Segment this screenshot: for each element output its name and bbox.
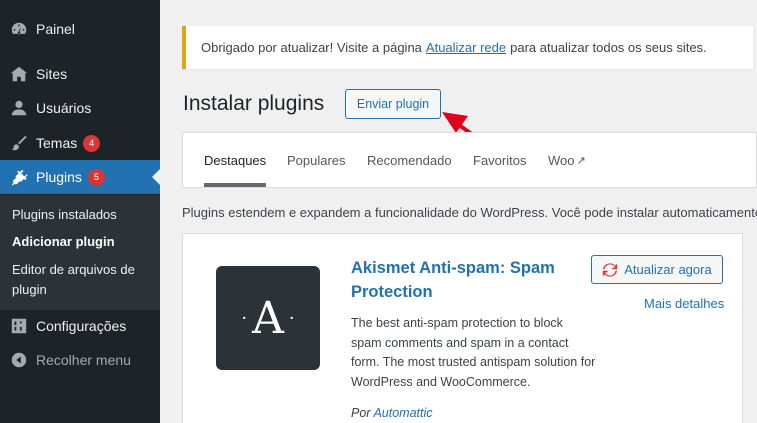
refresh-icon: [603, 262, 618, 277]
update-now-button[interactable]: Atualizar agora: [591, 255, 723, 284]
notice-text-after: para atualizar todos os seus sites.: [510, 40, 707, 55]
collapse-menu-button[interactable]: Recolher menu: [0, 343, 160, 377]
tab-label: Destaques: [204, 152, 267, 168]
plugin-name-link[interactable]: Akismet Anti-spam: Spam Protection: [351, 256, 581, 304]
brush-icon: [9, 133, 29, 153]
logo-letter: A: [252, 292, 284, 344]
update-network-link[interactable]: Atualizar rede: [426, 40, 506, 55]
tab-label: Populares: [287, 152, 346, 168]
sidebar-item-label: Configurações: [36, 318, 127, 334]
notice-text-before: Obrigado por atualizar! Visite a página: [201, 40, 422, 55]
update-count-badge: 5: [87, 168, 105, 186]
tab-label: Woo: [548, 152, 575, 168]
plugins-description: Plugins estendem e expandem a funcionali…: [182, 205, 757, 220]
plugin-icon: [9, 167, 29, 187]
sidebar-item-configuracoes[interactable]: Configurações: [0, 309, 160, 343]
update-now-label: Atualizar agora: [624, 262, 712, 277]
akismet-logo-icon[interactable]: · A ·: [216, 266, 320, 370]
sidebar-item-label: Temas: [36, 135, 78, 151]
sidebar-item-temas[interactable]: Temas 4: [0, 126, 160, 160]
sidebar-item-label: Plugins: [36, 169, 82, 185]
sidebar-item-usuarios[interactable]: Usuários: [0, 91, 160, 125]
tab-destaques[interactable]: Destaques: [204, 133, 267, 187]
tab-label: Recomendado: [367, 152, 452, 168]
more-details-link[interactable]: Mais detalhes: [644, 296, 724, 311]
settings-icon: [9, 316, 29, 336]
dashboard-icon: [9, 19, 29, 39]
tab-populares[interactable]: Populares: [287, 133, 346, 187]
upload-plugin-button[interactable]: Enviar plugin: [345, 89, 441, 119]
user-icon: [9, 98, 29, 118]
plugin-description: The best anti-spam protection to block s…: [351, 316, 596, 389]
plugins-submenu: Plugins instalados Adicionar plugin Edit…: [0, 195, 160, 310]
plugin-author: Por Automattic: [351, 406, 433, 420]
page-title: Instalar plugins: [183, 92, 325, 115]
plugin-card: · A · Akismet Anti-spam: Spam Protection A…: [182, 233, 743, 423]
sidebar-item-label: Sites: [36, 66, 68, 82]
tab-label: Favoritos: [473, 152, 527, 168]
update-notice: Obrigado por atualizar! Visite a página …: [182, 26, 753, 69]
submenu-plugin-file-editor[interactable]: Editor de arquivos de plugin: [12, 260, 152, 300]
author-link[interactable]: Automattic: [373, 406, 432, 420]
tab-woo[interactable]: Woo ↗: [548, 133, 586, 187]
tab-favoritos[interactable]: Favoritos: [473, 133, 526, 187]
update-count-badge: 4: [83, 134, 101, 152]
collapse-icon: [9, 350, 29, 370]
submenu-installed-plugins[interactable]: Plugins instalados: [12, 205, 152, 225]
plugin-filter-bar: Destaques Populares Recomendado Favorito…: [182, 132, 757, 188]
sidebar-item-label: Painel: [36, 21, 75, 37]
admin-sidebar: Painel Sites Usuários Temas 4 Plugins 5 …: [0, 0, 160, 423]
sidebar-item-label: Usuários: [36, 100, 92, 116]
sidebar-item-painel[interactable]: Painel: [0, 12, 160, 46]
submenu-add-plugin[interactable]: Adicionar plugin: [12, 232, 152, 252]
sidebar-item-sites[interactable]: Sites: [0, 57, 160, 91]
author-prefix: Por: [351, 406, 371, 420]
sites-icon: [9, 64, 29, 84]
external-link-icon: ↗: [576, 154, 586, 167]
sidebar-item-plugins[interactable]: Plugins 5: [0, 160, 160, 194]
tab-recomendado[interactable]: Recomendado: [367, 133, 452, 187]
sidebar-item-label: Recolher menu: [36, 352, 131, 368]
